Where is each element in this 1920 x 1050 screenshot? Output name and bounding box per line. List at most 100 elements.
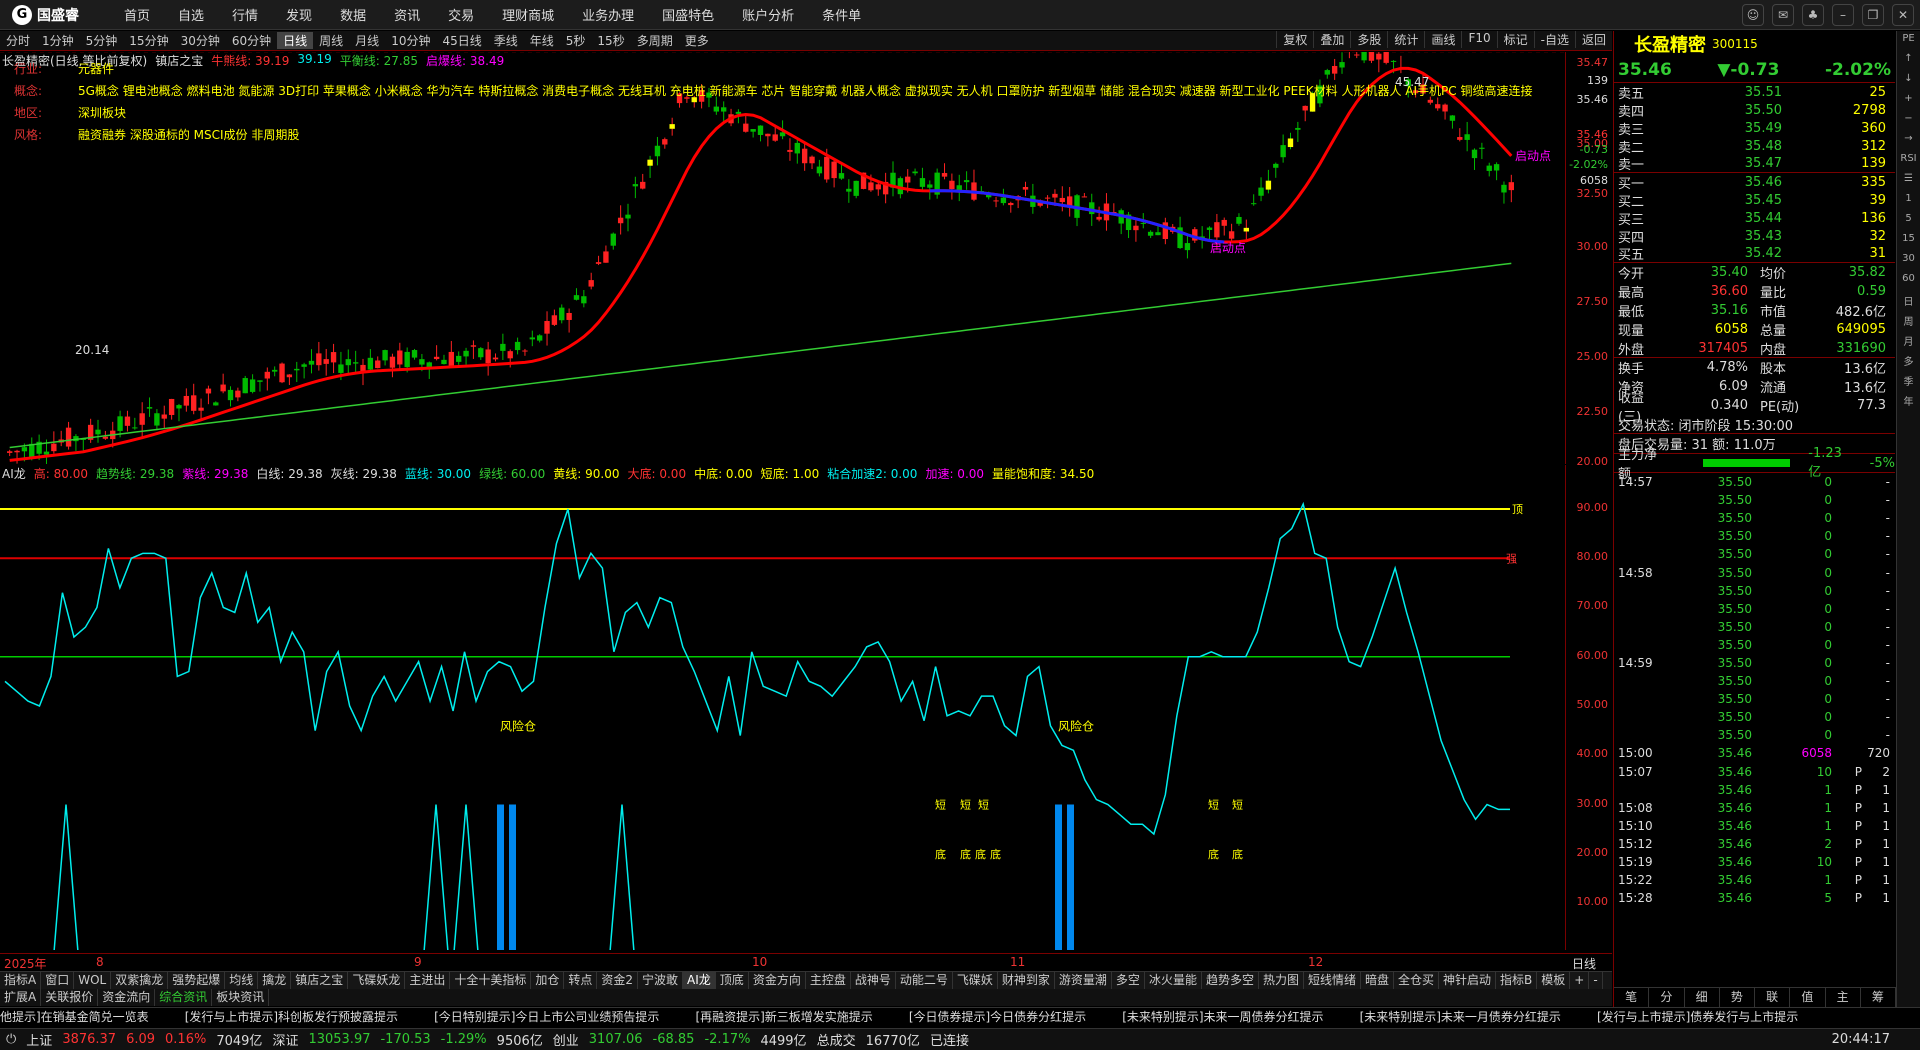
- info-tab[interactable]: 资金流向: [98, 989, 156, 1006]
- period-10[interactable]: 45日线: [436, 32, 487, 49]
- quote-tab[interactable]: 笔: [1614, 988, 1650, 1007]
- menu-5[interactable]: 资讯: [380, 5, 434, 24]
- tool-8[interactable]: 返回: [1574, 31, 1612, 48]
- period-12[interactable]: 年线: [524, 32, 560, 49]
- indicator-tab[interactable]: 游资量潮: [1055, 972, 1112, 989]
- period-11[interactable]: 季线: [488, 32, 524, 49]
- main-flow[interactable]: 主力净额 -1.23亿 -5%: [1614, 446, 1895, 482]
- ticker-item[interactable]: [今日特别提示]今日上市公司业绩预告提示: [434, 1010, 659, 1024]
- sz-index-name[interactable]: 深证: [272, 1030, 298, 1049]
- sidebar-button[interactable]: +: [1897, 93, 1920, 111]
- menu-7[interactable]: 理财商城: [488, 5, 568, 24]
- quote-tab[interactable]: 值: [1790, 988, 1826, 1007]
- quote-tab[interactable]: 联: [1755, 988, 1791, 1007]
- period-8[interactable]: 月线: [349, 32, 385, 49]
- quote-tab[interactable]: 筹: [1861, 988, 1896, 1007]
- indicator-tab[interactable]: 全仓买: [1394, 972, 1440, 989]
- ticker-item[interactable]: [今日债券提示]今日债券分红提示: [909, 1010, 1086, 1024]
- indicator-tab[interactable]: 均线: [225, 972, 259, 989]
- indicator-tab[interactable]: 指标A: [0, 972, 42, 989]
- period-4[interactable]: 30分钟: [175, 32, 226, 49]
- sidebar-button[interactable]: 日: [1897, 293, 1920, 311]
- tool-7[interactable]: -自选: [1533, 31, 1575, 48]
- period-16[interactable]: 更多: [679, 32, 715, 49]
- tool-2[interactable]: 多股: [1350, 31, 1387, 48]
- indicator-tab[interactable]: 短线情绪: [1304, 972, 1361, 989]
- kline-chart[interactable]: 45.4720.14启动点启动点: [0, 52, 1565, 464]
- period-9[interactable]: 10分钟: [385, 32, 436, 49]
- sidebar-button[interactable]: ↑: [1897, 53, 1920, 71]
- ticker-item[interactable]: [再融资提示]新三板增发实施提示: [695, 1010, 872, 1024]
- quote-tab[interactable]: 分: [1649, 988, 1685, 1007]
- quote-tab[interactable]: 细: [1685, 988, 1720, 1007]
- sidebar-button[interactable]: 5: [1897, 213, 1920, 231]
- sidebar-button[interactable]: 15: [1897, 233, 1920, 251]
- indicator-tab[interactable]: 指标B: [1496, 972, 1538, 989]
- sidebar-button[interactable]: →: [1897, 133, 1920, 151]
- sidebar-button[interactable]: 月: [1897, 333, 1920, 351]
- indicator-tab[interactable]: +: [1570, 972, 1590, 989]
- indicator-tab[interactable]: 飞碟妖: [953, 972, 998, 989]
- close-button[interactable]: ✕: [1892, 4, 1914, 26]
- power-icon[interactable]: ⏻: [6, 1032, 16, 1047]
- indicator-tab[interactable]: 宁波敢: [638, 972, 684, 989]
- sidebar-button[interactable]: RSI: [1897, 153, 1920, 171]
- indicator-tab[interactable]: WOL: [74, 972, 112, 989]
- menu-2[interactable]: 行情: [218, 5, 272, 24]
- menu-4[interactable]: 数据: [326, 5, 380, 24]
- tool-1[interactable]: 叠加: [1313, 31, 1350, 48]
- indicator-tab[interactable]: 飞碟妖龙: [348, 972, 406, 989]
- tick-list[interactable]: 14:57 35.50 0 - 35.50 0 - 35.50 0 - 35.50 0 - 35.50 0 -…: [1614, 473, 1895, 907]
- indicator-tab[interactable]: 转点: [564, 972, 598, 989]
- tool-3[interactable]: 统计: [1387, 31, 1424, 48]
- indicator-tab[interactable]: 财神到家: [998, 972, 1055, 989]
- chat-icon[interactable]: ☺: [1742, 4, 1764, 26]
- tool-4[interactable]: 画线: [1424, 31, 1461, 48]
- indicator-tab[interactable]: 趋势多空: [1202, 972, 1259, 989]
- sidebar-button[interactable]: 30: [1897, 253, 1920, 271]
- cy-index-name[interactable]: 创业: [553, 1030, 579, 1049]
- indicator-tab[interactable]: 双紫擒龙: [111, 972, 169, 989]
- quote-tab[interactable]: 主: [1826, 988, 1861, 1007]
- ticker-item[interactable]: [发行与上市提示]债券发行与上市提示: [1597, 1010, 1798, 1024]
- indicator-tab[interactable]: 热力图: [1259, 972, 1304, 989]
- indicator-tab[interactable]: 主控盘: [806, 972, 851, 989]
- sidebar-button[interactable]: PE: [1897, 33, 1920, 51]
- minimize-button[interactable]: –: [1832, 4, 1854, 26]
- news-ticker[interactable]: 他提示]在销基金简兑一览表 [发行与上市提示]科创板发行预披露提示 [今日特别提示]…: [0, 1007, 1920, 1027]
- period-15[interactable]: 多周期: [631, 32, 679, 49]
- ticker-item[interactable]: 他提示]在销基金简兑一览表: [0, 1010, 149, 1024]
- period-0[interactable]: 分时: [0, 32, 36, 49]
- menu-8[interactable]: 业务办理: [568, 5, 648, 24]
- sidebar-button[interactable]: 1: [1897, 193, 1920, 211]
- info-tab[interactable]: 扩展A: [0, 989, 42, 1006]
- period-3[interactable]: 15分钟: [123, 32, 174, 49]
- tool-0[interactable]: 复权: [1276, 31, 1313, 48]
- indicator-tab[interactable]: 擒龙: [258, 972, 292, 989]
- indicator-tab[interactable]: 主进出: [405, 972, 451, 989]
- info-tab[interactable]: 关联报价: [41, 989, 99, 1006]
- period-14[interactable]: 15秒: [591, 32, 630, 49]
- indicator-tab[interactable]: 资金2: [597, 972, 639, 989]
- menu-3[interactable]: 发现: [272, 5, 326, 24]
- sidebar-button[interactable]: 周: [1897, 313, 1920, 331]
- quote-tab[interactable]: 势: [1720, 988, 1755, 1007]
- app-logo[interactable]: G 国盛睿: [0, 0, 110, 30]
- period-5[interactable]: 60分钟: [226, 32, 277, 49]
- sidebar-button[interactable]: 多: [1897, 353, 1920, 371]
- ticker-item[interactable]: [未来特别提示]未来一月债券分红提示: [1360, 1010, 1561, 1024]
- tool-6[interactable]: 标记: [1496, 31, 1534, 48]
- period-7[interactable]: 周线: [313, 32, 349, 49]
- menu-1[interactable]: 自选: [164, 5, 218, 24]
- indicator-tab[interactable]: 动能二号: [896, 972, 953, 989]
- indicator-tab[interactable]: 资金方向: [749, 972, 806, 989]
- period-13[interactable]: 5秒: [560, 32, 592, 49]
- indicator-tab[interactable]: 顶底: [716, 972, 749, 989]
- indicator-tab[interactable]: AI龙: [683, 972, 716, 989]
- menu-10[interactable]: 账户分析: [728, 5, 808, 24]
- restore-button[interactable]: ❐: [1862, 4, 1884, 26]
- indicator-name[interactable]: 镇店之宝: [155, 52, 203, 68]
- period-6[interactable]: 日线: [277, 32, 314, 49]
- menu-9[interactable]: 国盛特色: [648, 5, 728, 24]
- sidebar-button[interactable]: −: [1897, 113, 1920, 131]
